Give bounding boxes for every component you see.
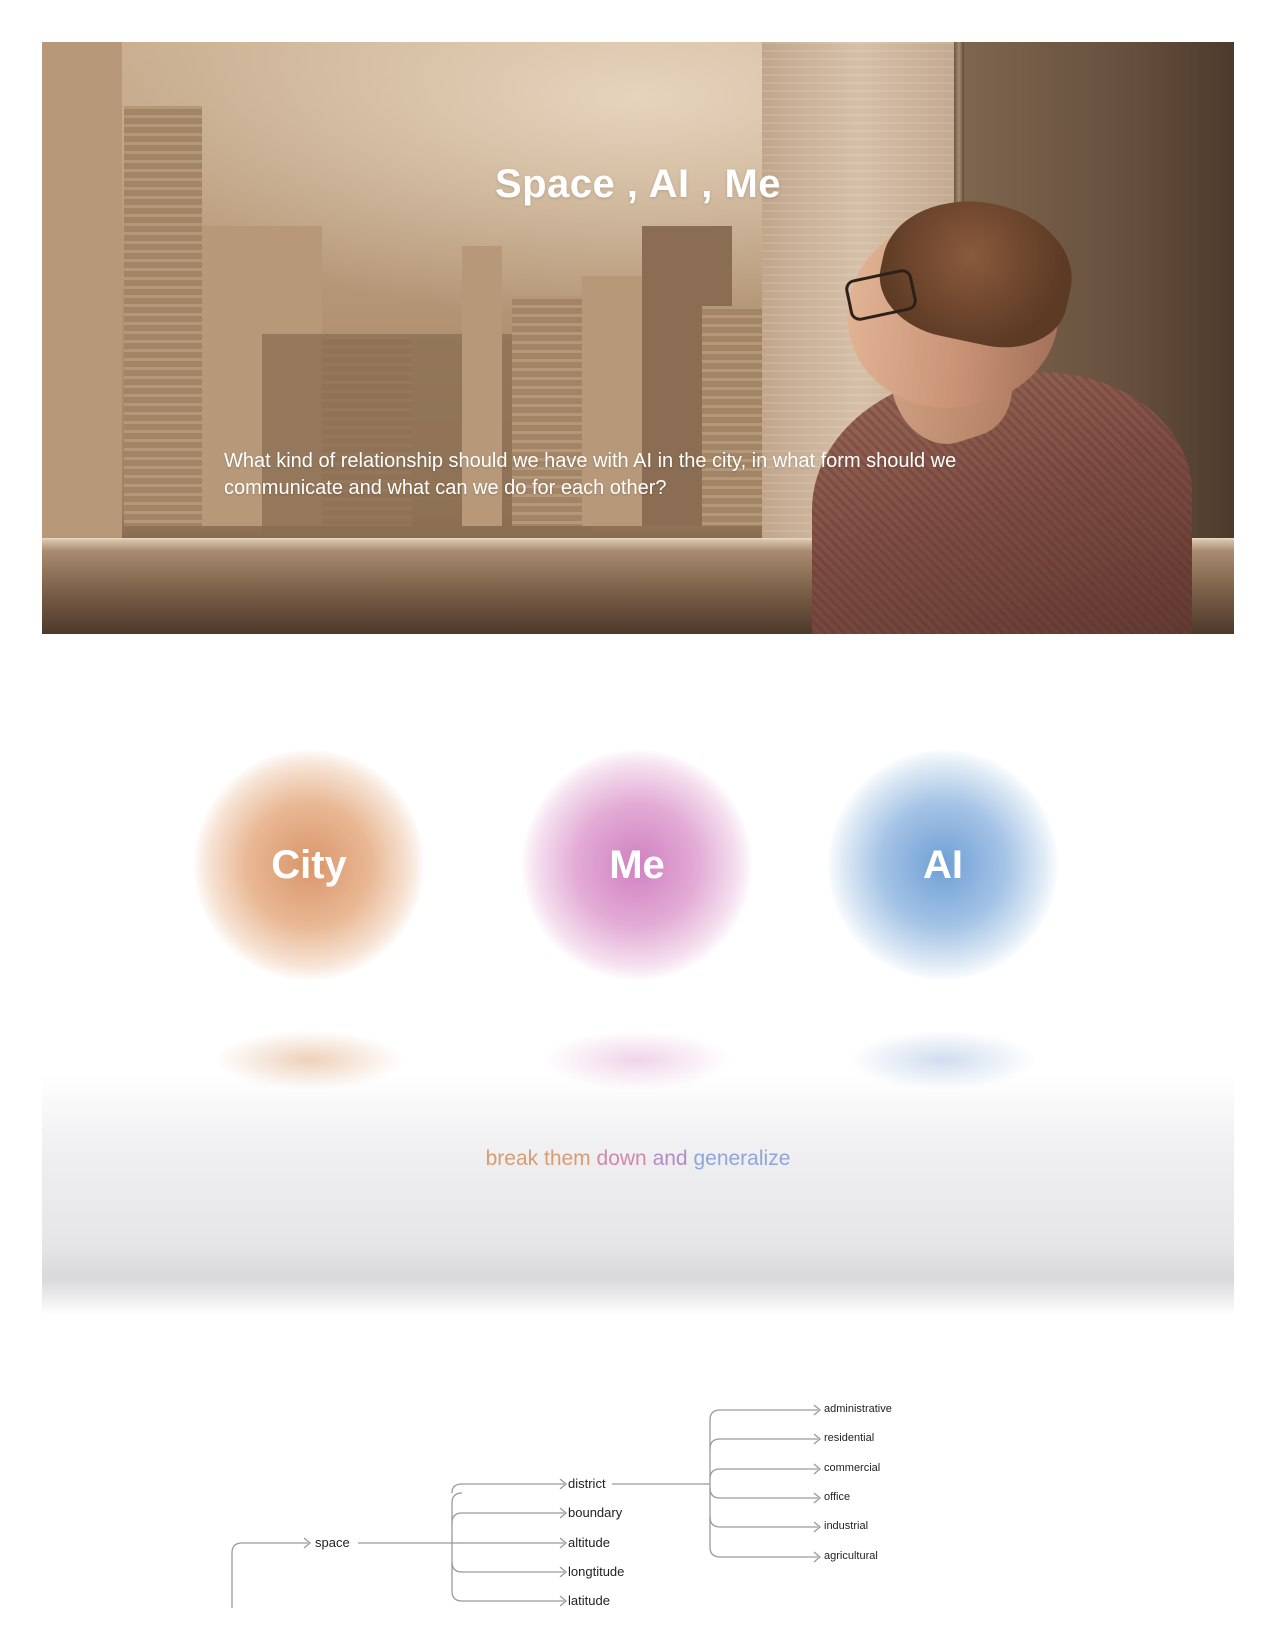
tree-node-latitude: latitude xyxy=(568,1593,610,1608)
tree-connectors xyxy=(231,1404,822,1608)
orb-city: City xyxy=(194,750,424,980)
branch-longtitude xyxy=(451,1561,564,1573)
hero-banner: Space , AI , Me What kind of relationshi… xyxy=(42,42,1234,634)
tree-node-residential: residential xyxy=(824,1432,875,1444)
branch-commercial xyxy=(709,1468,818,1480)
orb-label-me: Me xyxy=(609,842,665,887)
orb-ai: AI xyxy=(828,750,1058,980)
tree-node-administrative: administrative xyxy=(824,1403,892,1415)
tree-node-industrial: industrial xyxy=(824,1520,869,1532)
connector-root xyxy=(231,1542,308,1608)
tree-node-agricultural: agricultural xyxy=(824,1550,878,1562)
floor-gradient xyxy=(42,1075,1234,1315)
orb-me: Me xyxy=(522,750,752,980)
tagline-part: generalize xyxy=(693,1147,791,1170)
concept-orbs: City Me AI break them down and generaliz… xyxy=(42,690,1234,1315)
skyscraper xyxy=(42,42,122,542)
branch-industrial xyxy=(709,1516,818,1528)
connector-district-trunk xyxy=(709,1409,721,1558)
hero-question: What kind of relationship should we have… xyxy=(224,450,957,499)
tagline-part: down xyxy=(596,1147,647,1170)
tree-node-altitude: altitude xyxy=(568,1535,610,1550)
tagline-part: break them xyxy=(485,1147,591,1170)
branch-office xyxy=(709,1487,818,1499)
orb-shadow-me xyxy=(542,1030,732,1090)
orb-label-ai: AI xyxy=(923,842,963,887)
orb-shadow-ai xyxy=(848,1030,1038,1090)
tree-node-space: space xyxy=(315,1535,350,1550)
tree-node-longtitude: longtitude xyxy=(568,1564,625,1579)
tree-node-boundary: boundary xyxy=(568,1505,623,1520)
connector-trunk xyxy=(451,1492,463,1602)
tree-node-district: district xyxy=(568,1476,606,1491)
orb-shadow-city xyxy=(214,1030,404,1090)
tree-node-office: office xyxy=(824,1491,851,1503)
page-title: Space , AI , Me xyxy=(494,162,782,206)
space-tree-diagram: space district boundary altitude longtit… xyxy=(0,1380,1275,1650)
orb-label-city: City xyxy=(271,842,347,887)
branch-residential xyxy=(709,1438,818,1450)
tagline-part: and xyxy=(652,1147,688,1170)
tree-node-commercial: commercial xyxy=(824,1462,881,1474)
tagline: break them down and generalize xyxy=(42,1147,1234,1171)
